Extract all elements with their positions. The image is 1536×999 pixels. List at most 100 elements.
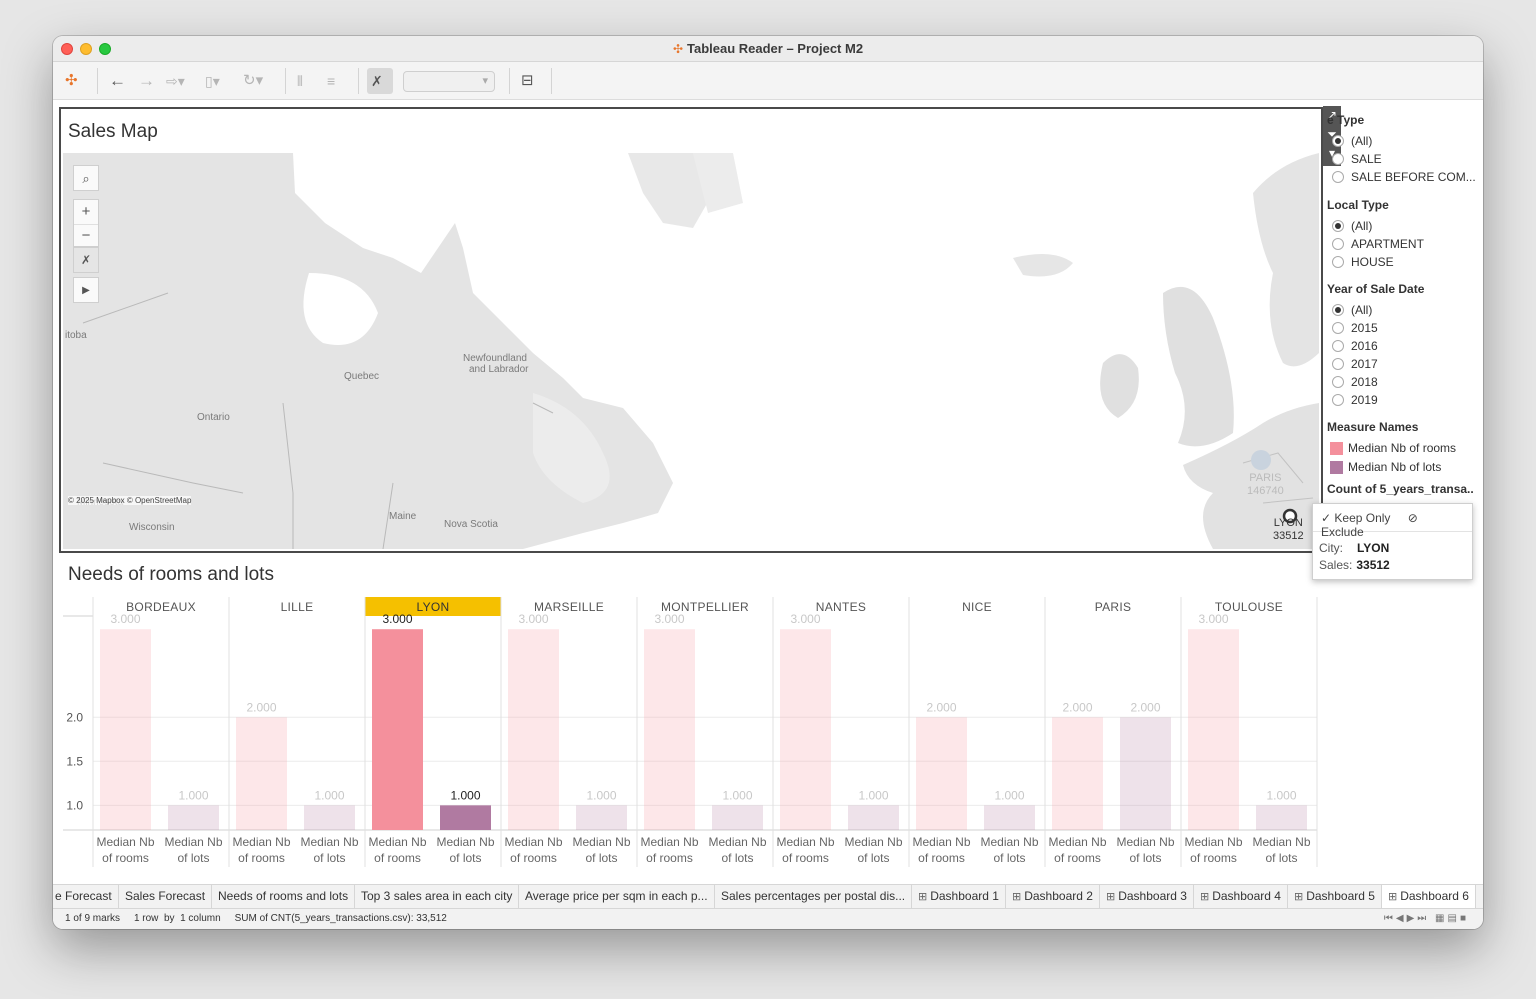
dashboard-tab[interactable]: ⊞ Dashboard 5 [1288, 885, 1382, 908]
bar-lots[interactable] [1256, 805, 1307, 830]
radio-button[interactable] [1332, 220, 1344, 232]
filter-option[interactable]: 2019 [1327, 391, 1483, 409]
presentation-mode-icon[interactable]: ⊟ [521, 70, 534, 92]
back-icon[interactable]: ← [109, 70, 126, 92]
tableau-menu-icon[interactable]: ✣ [65, 70, 78, 92]
bar-rooms[interactable] [916, 717, 967, 830]
redo-path-icon[interactable]: ⇨▾ [166, 70, 185, 92]
bar-rooms[interactable] [780, 629, 831, 830]
filter-option[interactable]: (All) [1327, 217, 1483, 235]
dashboard-tab[interactable]: ⊞ Dashboard 4 [1194, 885, 1288, 908]
zoom-in-button[interactable]: + [74, 200, 98, 224]
bar-lots[interactable] [576, 805, 627, 830]
needs-bar-chart[interactable]: 1.01.52.0BORDEAUX3.000Median Nbof rooms1… [59, 559, 1323, 873]
filter-option[interactable]: (All) [1327, 301, 1483, 319]
sheet-tab[interactable]: Top 3 sales area in each city [355, 885, 520, 908]
sheet-tab[interactable]: Sales Forecast [119, 885, 213, 908]
y-tick-label: 1.0 [66, 798, 83, 812]
map-search-icon[interactable]: ⌕ [73, 165, 99, 191]
filter-option-label: SALE BEFORE COM... [1351, 170, 1476, 184]
bar-lots[interactable] [168, 805, 219, 830]
tab-label: Dashboard 4 [1212, 889, 1281, 903]
radio-button[interactable] [1332, 135, 1344, 147]
legend-item[interactable]: Median Nb of lots [1327, 458, 1483, 477]
city-label-lyon[interactable]: LYON 33512 [1273, 517, 1304, 543]
x-axis-label: Median Nb [1252, 835, 1310, 849]
toolbar-divider [285, 68, 286, 94]
filter-option[interactable]: 2015 [1327, 319, 1483, 337]
data-label: 2.000 [926, 700, 956, 714]
bar-rooms[interactable] [1188, 629, 1239, 830]
dashboard-tab[interactable]: ⊞ Dashboard 6 [1382, 885, 1476, 908]
x-axis-label: of rooms [102, 851, 149, 865]
radio-button[interactable] [1332, 322, 1344, 334]
radio-button[interactable] [1332, 376, 1344, 388]
filter-option[interactable]: (All) [1327, 132, 1483, 150]
clear-highlight-icon[interactable]: ✗ [371, 70, 383, 92]
map-expand-icon[interactable]: ▶ [73, 277, 99, 303]
map-canvas[interactable] [63, 153, 1319, 549]
sort-descending-icon[interactable]: ≡ [327, 70, 335, 92]
map-place-label: Nova Scotia [444, 519, 498, 530]
filter-option[interactable]: 2017 [1327, 355, 1483, 373]
bar-lots[interactable] [848, 805, 899, 830]
sheet-navigation[interactable]: ⏮◀▶⏭ ▦▤■ [1384, 909, 1469, 929]
filter-option[interactable]: HOUSE [1327, 253, 1483, 271]
bar-rooms[interactable] [1052, 717, 1103, 830]
bar-rooms[interactable] [236, 717, 287, 830]
filter-option[interactable]: 2016 [1327, 337, 1483, 355]
zoom-out-button[interactable]: − [74, 224, 98, 247]
tooltip-sales-line: Sales: 33512 [1313, 558, 1472, 572]
sheet-tab[interactable]: e Forecast [53, 885, 119, 908]
x-axis-label: Median Nb [504, 835, 562, 849]
legend-swatch [1330, 461, 1343, 474]
app-window: ✣ Tableau Reader – Project M2 ✣ ← → ⇨▾ ▯▾… [53, 36, 1483, 929]
radio-button[interactable] [1332, 153, 1344, 165]
data-label: 1.000 [858, 788, 888, 802]
bar-lots[interactable] [440, 805, 491, 830]
bar-lots[interactable] [304, 805, 355, 830]
highlight-dropdown[interactable] [403, 71, 495, 92]
sheet-tab[interactable]: Sales percentages per postal dis... [715, 885, 913, 908]
refresh-icon[interactable]: ↻▾ [243, 70, 263, 92]
bar-lots[interactable] [712, 805, 763, 830]
radio-button[interactable] [1332, 394, 1344, 406]
radio-button[interactable] [1332, 256, 1344, 268]
city-label-paris[interactable]: PARIS 146740 [1247, 472, 1284, 498]
forward-icon[interactable]: → [138, 70, 155, 92]
city-name: LYON [1273, 517, 1303, 529]
legend-item[interactable]: Median Nb of rooms [1327, 439, 1483, 458]
x-axis-label: of rooms [510, 851, 557, 865]
map-place-label: and Labrador [469, 364, 529, 375]
radio-button[interactable] [1332, 171, 1344, 183]
sort-ascending-icon[interactable]: ⫴ [297, 70, 303, 92]
radio-button[interactable] [1332, 358, 1344, 370]
data-label: 2.000 [1062, 700, 1092, 714]
bar-rooms[interactable] [100, 629, 151, 830]
radio-button[interactable] [1332, 238, 1344, 250]
bar-rooms[interactable] [508, 629, 559, 830]
filter-option[interactable]: 2018 [1327, 373, 1483, 391]
radio-button[interactable] [1332, 304, 1344, 316]
x-axis-label: Median Nb [436, 835, 494, 849]
bar-rooms[interactable] [644, 629, 695, 830]
dashboard-tab[interactable]: ⊞ Dashboard 1 [912, 885, 1006, 908]
tab-label: Top 3 sales area in each city [361, 889, 513, 903]
sheet-tab[interactable]: Average price per sqm in each p... [519, 885, 715, 908]
radio-button[interactable] [1332, 340, 1344, 352]
bar-lots[interactable] [984, 805, 1035, 830]
city-sales: 146740 [1247, 485, 1284, 497]
bar-lots[interactable] [1120, 717, 1171, 830]
dashboard-tab[interactable]: ⊞ Dashboard 2 [1006, 885, 1100, 908]
dashboard-tab[interactable]: ⊞ Dashboard 3 [1100, 885, 1194, 908]
filter-option[interactable]: APARTMENT [1327, 235, 1483, 253]
sheet-tab[interactable]: Needs of rooms and lots [212, 885, 356, 908]
bar-rooms[interactable] [372, 629, 423, 830]
map-clear-selection-icon[interactable]: ✗ [73, 247, 99, 273]
keep-only-button[interactable]: ✓ Keep Only [1321, 511, 1390, 525]
filter-option[interactable]: SALE [1327, 150, 1483, 168]
device-icon[interactable]: ▯▾ [205, 70, 220, 92]
filter-option[interactable]: SALE BEFORE COM... [1327, 168, 1483, 186]
sales-map-zone: Sales Map ⌕ + − ✗ ▶ itoba Quebec Ontario… [59, 107, 1323, 553]
dashboard-grid-icon: ⊞ [1106, 891, 1116, 903]
